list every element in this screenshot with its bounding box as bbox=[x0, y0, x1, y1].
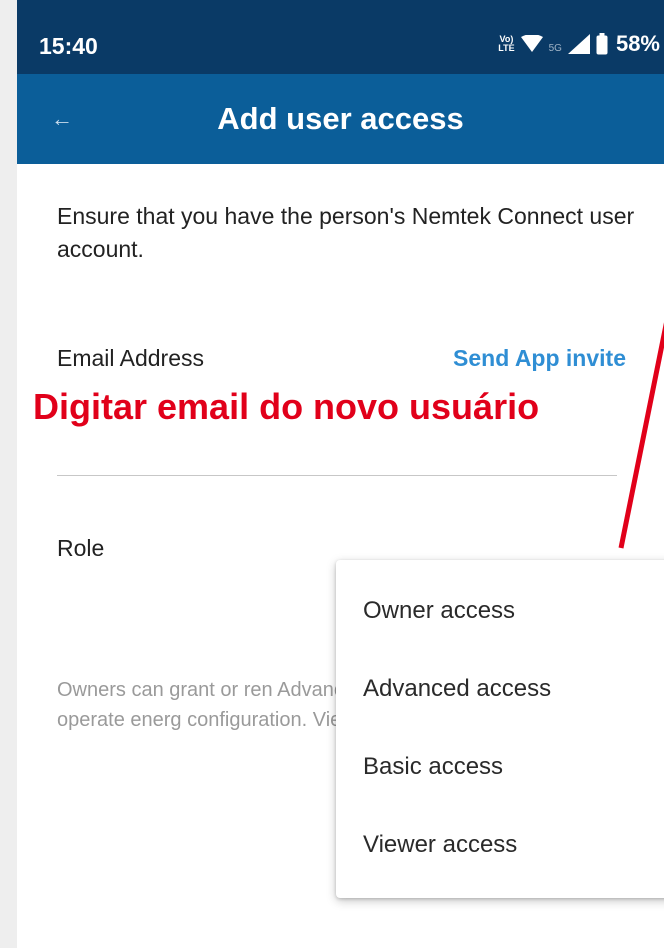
email-label: Email Address bbox=[57, 345, 205, 371]
battery-icon bbox=[596, 33, 608, 55]
status-bar: 15:40 Vo) LTE 5G 58% bbox=[17, 0, 664, 74]
app-bar: ← Add user access bbox=[17, 74, 664, 164]
status-icons: Vo) LTE 5G 58% bbox=[498, 30, 664, 58]
signal-icon bbox=[567, 34, 590, 54]
app-screen: 15:40 Vo) LTE 5G 58% ← Add user access E… bbox=[17, 0, 664, 948]
role-label: Role bbox=[57, 535, 105, 561]
send-app-invite-link[interactable]: Send App invite bbox=[453, 345, 626, 372]
volte-icon: Vo) LTE bbox=[498, 34, 515, 53]
menu-item-owner-access[interactable]: Owner access bbox=[336, 572, 664, 650]
wifi-icon bbox=[520, 35, 543, 52]
menu-item-basic-access[interactable]: Basic access bbox=[336, 728, 664, 806]
network-type-label: 5G bbox=[548, 42, 562, 54]
menu-item-advanced-access[interactable]: Advanced access bbox=[336, 650, 664, 728]
intro-text: Ensure that you have the person's Nemtek… bbox=[57, 203, 635, 262]
battery-percent: 58% bbox=[615, 31, 660, 56]
menu-item-viewer-access[interactable]: Viewer access bbox=[336, 806, 664, 884]
status-time: 15:40 bbox=[39, 33, 98, 59]
role-dropdown-menu: Owner access Advanced access Basic acces… bbox=[336, 560, 664, 898]
annotation-label: Digitar email do novo usuário bbox=[33, 386, 540, 427]
page-title: Add user access bbox=[217, 101, 464, 136]
